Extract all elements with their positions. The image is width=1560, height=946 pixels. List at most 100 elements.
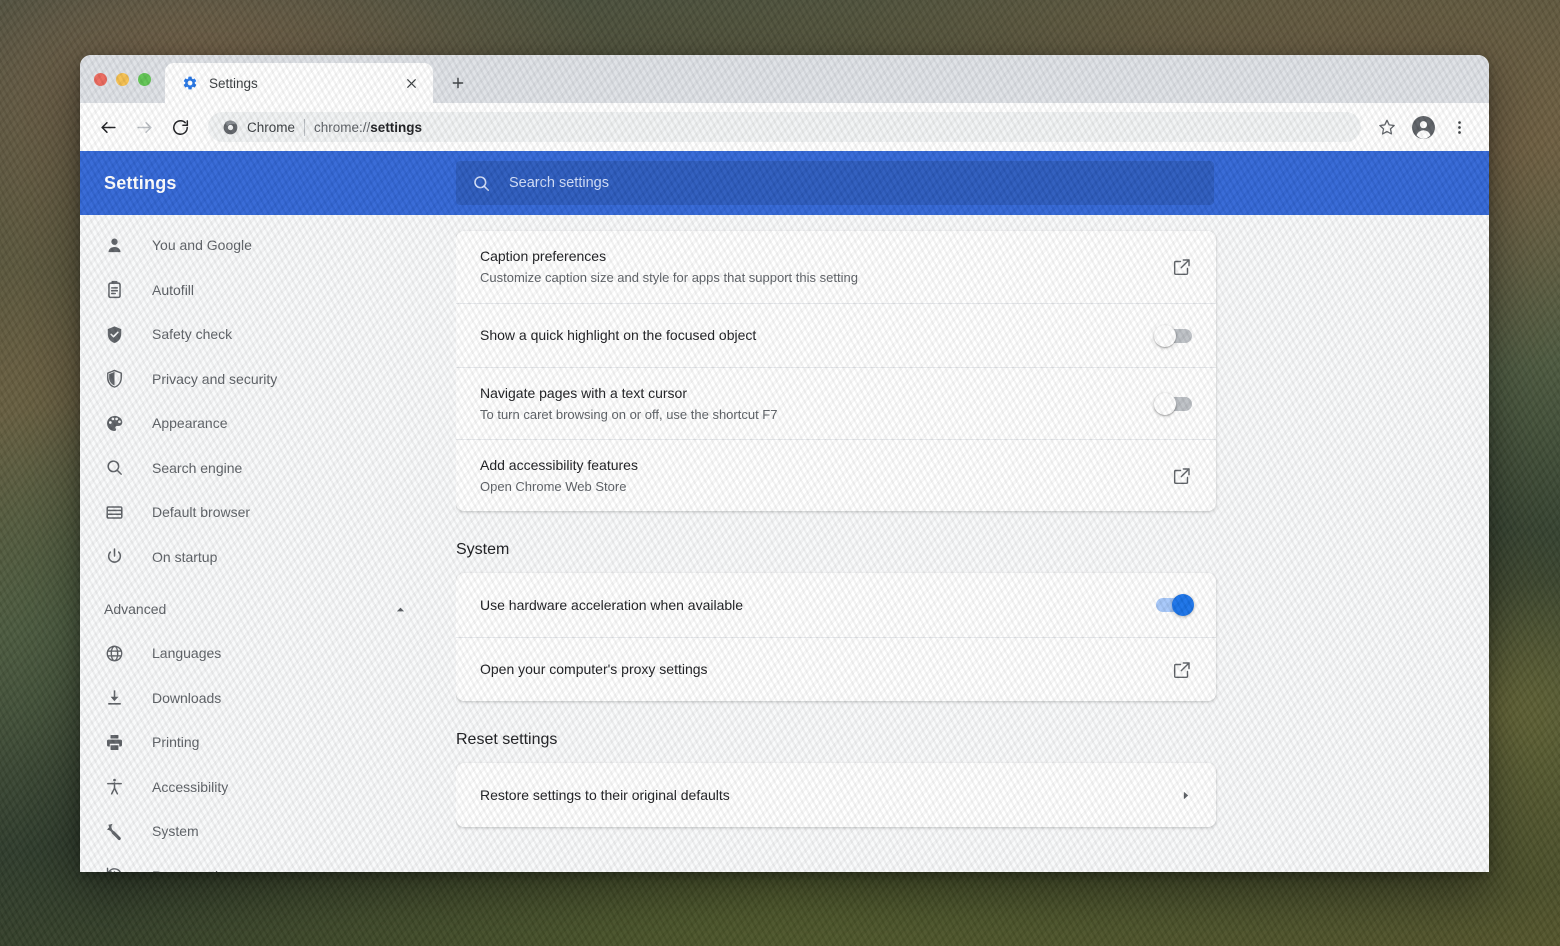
tab-title: Settings bbox=[209, 76, 390, 91]
sidebar-item-reset-settings[interactable]: Reset settings bbox=[80, 854, 456, 873]
sidebar-item-label: Accessibility bbox=[152, 779, 228, 795]
reload-button[interactable] bbox=[164, 111, 196, 143]
history-restore-icon bbox=[104, 866, 124, 872]
row-restore-defaults[interactable]: Restore settings to their original defau… bbox=[456, 763, 1216, 827]
chevron-right-icon[interactable] bbox=[1179, 789, 1192, 802]
search-icon bbox=[472, 174, 491, 193]
sidebar-item-label: Default browser bbox=[152, 504, 250, 520]
tab-settings[interactable]: Settings bbox=[165, 63, 433, 103]
sidebar-item-label: You and Google bbox=[152, 237, 252, 253]
tab-close-icon[interactable] bbox=[401, 73, 421, 93]
omnibox-url: chrome://settings bbox=[314, 120, 422, 135]
sidebar-item-printing[interactable]: Printing bbox=[80, 720, 456, 765]
sidebar-item-downloads[interactable]: Downloads bbox=[80, 676, 456, 721]
settings-header: Settings Search settings bbox=[80, 151, 1489, 215]
focus-highlight-toggle[interactable] bbox=[1156, 329, 1192, 343]
desktop-wallpaper: Settings bbox=[0, 0, 1560, 946]
row-text: Show a quick highlight on the focused ob… bbox=[480, 312, 1140, 359]
accessibility-card: Caption preferences Customize caption si… bbox=[456, 231, 1216, 511]
sidebar-item-you-and-google[interactable]: You and Google bbox=[80, 223, 456, 268]
settings-gear-icon bbox=[181, 75, 198, 92]
row-action[interactable] bbox=[1156, 598, 1192, 612]
sidebar-item-label: System bbox=[152, 823, 199, 839]
chevron-up-icon bbox=[390, 599, 410, 619]
sidebar-item-accessibility[interactable]: Accessibility bbox=[80, 765, 456, 810]
row-hardware-acceleration[interactable]: Use hardware acceleration when available bbox=[456, 573, 1216, 637]
sidebar-item-privacy-and-security[interactable]: Privacy and security bbox=[80, 357, 456, 402]
forward-button[interactable] bbox=[128, 111, 160, 143]
row-action[interactable] bbox=[1172, 257, 1192, 277]
row-title: Use hardware acceleration when available bbox=[480, 596, 1140, 615]
browser-window-icon bbox=[104, 502, 124, 522]
printer-icon bbox=[104, 732, 124, 752]
sidebar-advanced-toggle[interactable]: Advanced bbox=[80, 587, 456, 631]
row-action[interactable] bbox=[1156, 397, 1192, 411]
sidebar-item-search-engine[interactable]: Search engine bbox=[80, 446, 456, 491]
sidebar-item-label: Printing bbox=[152, 734, 199, 750]
row-title: Add accessibility features bbox=[480, 456, 1156, 475]
row-action[interactable] bbox=[1172, 660, 1192, 680]
address-bar[interactable]: Chrome chrome://settings bbox=[208, 112, 1361, 142]
sidebar-item-safety-check[interactable]: Safety check bbox=[80, 312, 456, 357]
row-focus-highlight[interactable]: Show a quick highlight on the focused ob… bbox=[456, 303, 1216, 367]
row-action[interactable] bbox=[1156, 329, 1192, 343]
chrome-logo-icon bbox=[222, 119, 238, 135]
settings-body: You and Google Autofill bbox=[80, 215, 1489, 872]
row-action[interactable] bbox=[1172, 466, 1192, 486]
external-link-icon[interactable] bbox=[1172, 257, 1192, 277]
sidebar-item-label: On startup bbox=[152, 549, 217, 565]
system-card: Use hardware acceleration when available… bbox=[456, 573, 1216, 701]
caret-browsing-toggle[interactable] bbox=[1156, 397, 1192, 411]
shield-check-icon bbox=[104, 324, 124, 344]
minimize-window-button[interactable] bbox=[116, 73, 129, 86]
maximize-window-button[interactable] bbox=[138, 73, 151, 86]
clipboard-icon bbox=[104, 280, 124, 300]
hardware-acceleration-toggle[interactable] bbox=[1156, 598, 1192, 612]
sidebar-item-appearance[interactable]: Appearance bbox=[80, 401, 456, 446]
sidebar-item-system[interactable]: System bbox=[80, 809, 456, 854]
sidebar-advanced-label: Advanced bbox=[104, 601, 390, 617]
search-settings-field[interactable]: Search settings bbox=[456, 161, 1214, 205]
window-controls bbox=[94, 55, 165, 103]
sidebar-item-label: Languages bbox=[152, 645, 221, 661]
profile-avatar-icon[interactable] bbox=[1407, 111, 1439, 143]
globe-icon bbox=[104, 643, 124, 663]
row-subtitle: Open Chrome Web Store bbox=[480, 478, 1156, 496]
row-add-accessibility-features[interactable]: Add accessibility features Open Chrome W… bbox=[456, 439, 1216, 511]
close-window-button[interactable] bbox=[94, 73, 107, 86]
row-text: Add accessibility features Open Chrome W… bbox=[480, 442, 1156, 509]
settings-sidebar: You and Google Autofill bbox=[80, 215, 456, 872]
sidebar-item-autofill[interactable]: Autofill bbox=[80, 268, 456, 313]
palette-icon bbox=[104, 413, 124, 433]
sidebar-item-label: Autofill bbox=[152, 282, 194, 298]
bookmark-star-icon[interactable] bbox=[1371, 111, 1403, 143]
sidebar-item-languages[interactable]: Languages bbox=[80, 631, 456, 676]
search-icon bbox=[104, 458, 124, 478]
sidebar-item-on-startup[interactable]: On startup bbox=[80, 535, 456, 580]
accessibility-icon bbox=[104, 777, 124, 797]
row-title: Caption preferences bbox=[480, 247, 1156, 266]
person-icon bbox=[104, 235, 124, 255]
external-link-icon[interactable] bbox=[1172, 466, 1192, 486]
external-link-icon[interactable] bbox=[1172, 660, 1192, 680]
sidebar-item-label: Downloads bbox=[152, 690, 221, 706]
sidebar-item-label: Search engine bbox=[152, 460, 242, 476]
row-text: Navigate pages with a text cursor To tur… bbox=[480, 370, 1140, 437]
section-title-reset-settings: Reset settings bbox=[456, 701, 1216, 763]
back-button[interactable] bbox=[92, 111, 124, 143]
new-tab-button[interactable] bbox=[443, 68, 473, 98]
row-proxy-settings[interactable]: Open your computer's proxy settings bbox=[456, 637, 1216, 701]
row-caret-browsing[interactable]: Navigate pages with a text cursor To tur… bbox=[456, 367, 1216, 439]
shield-icon bbox=[104, 369, 124, 389]
row-text: Open your computer's proxy settings bbox=[480, 646, 1156, 693]
sidebar-item-default-browser[interactable]: Default browser bbox=[80, 490, 456, 535]
sidebar-item-label: Safety check bbox=[152, 326, 232, 342]
row-subtitle: To turn caret browsing on or off, use th… bbox=[480, 406, 1140, 424]
row-title: Show a quick highlight on the focused ob… bbox=[480, 326, 1140, 345]
row-caption-preferences[interactable]: Caption preferences Customize caption si… bbox=[456, 231, 1216, 303]
row-action[interactable] bbox=[1179, 789, 1192, 802]
chrome-menu-icon[interactable] bbox=[1443, 111, 1475, 143]
sidebar-item-label: Appearance bbox=[152, 415, 228, 431]
download-icon bbox=[104, 688, 124, 708]
row-text: Use hardware acceleration when available bbox=[480, 582, 1140, 629]
